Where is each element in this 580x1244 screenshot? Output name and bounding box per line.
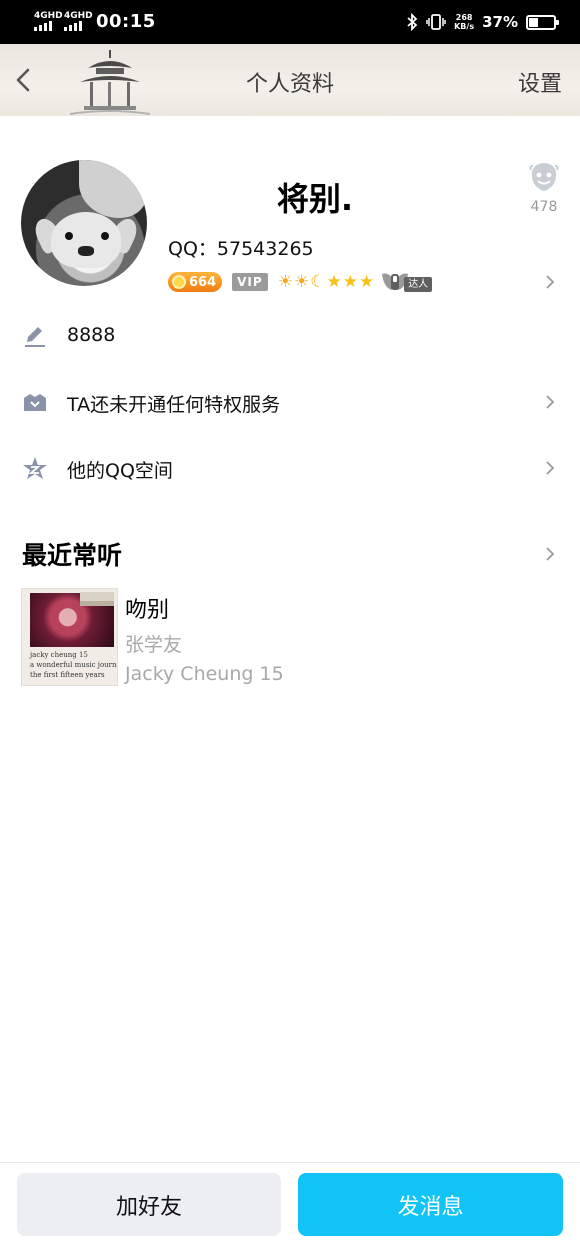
chevron-right-icon[interactable] [542,274,558,290]
star-icon [23,457,47,479]
like-icon [529,163,559,191]
avatar-hand [79,160,147,218]
page-title: 个人资料 [245,72,334,97]
crown-icon [24,394,46,411]
signature-text: 8888 [67,324,116,346]
sun-icon: ☀ [293,272,310,292]
bluetooth-icon [407,13,418,31]
bottom-action-bar: 加好友 发消息 [0,1162,580,1244]
album-cover-line: jacky cheung 15 [30,651,88,659]
badge-row[interactable]: 664 VIP ☀ ☀ ☾ ★ ★ ★ 达人 [168,270,433,294]
song-artist: 张学友 [125,634,183,656]
network-speed: 268 KB/s [454,13,474,31]
qq-level-number: 664 [189,274,217,290]
send-message-button[interactable]: 发消息 [298,1173,563,1236]
network-type-label: 4GHD [64,11,93,21]
qq-level-badge: 664 [168,272,223,292]
song-album: Jacky Cheung 15 [125,663,284,685]
chevron-right-icon [546,461,555,475]
vip-badge: VIP [232,273,268,291]
sun-icon [172,275,186,289]
clock: 00:15 [96,11,156,32]
star-icon: ★ [342,272,358,292]
vibrate-icon [426,14,446,30]
talent-label: 达人 [404,277,433,292]
avatar-eye [101,232,109,240]
album-cover-line: a wonderful music journey [30,661,118,669]
qq-number: QQ：57543265 [168,238,314,260]
moon-icon: ☾ [310,272,326,292]
like-count: 478 [530,199,558,215]
star-icon: ★ [358,272,375,292]
chevron-right-icon [546,395,555,409]
album-cover[interactable]: jacky cheung 15 a wonderful music journe… [21,588,118,686]
avatar-face [51,212,121,268]
album-cover-line: the first fifteen years [30,671,105,679]
privilege-text: TA还未开通任何特权服务 [67,394,281,416]
network-indicator-1: 4GHD [34,12,63,34]
signal-icon [34,21,52,31]
signature-row[interactable]: 8888 [0,311,580,361]
signal-icon [64,21,82,31]
status-bar: 4GHD 4GHD 00:15 268 KB/s 37% [0,0,580,44]
settings-button[interactable]: 设置 [518,66,562,98]
battery-fill [529,17,538,27]
qzone-text: 他的QQ空间 [67,460,173,482]
nav-bar: 个人资料 设置 [0,44,580,116]
star-icon: ★ [326,272,342,292]
add-friend-button[interactable]: 加好友 [17,1173,281,1236]
level-icons: ☀ ☀ ☾ ★ ★ ★ [278,273,375,291]
network-indicator-2: 4GHD [64,12,93,34]
chevron-right-icon[interactable] [542,546,558,562]
network-type-label: 4GHD [34,11,63,21]
battery-icon [526,14,559,30]
sun-icon: ☀ [277,272,293,292]
album-strip [80,601,114,606]
avatar-eye [65,232,73,240]
network-speed-unit: KB/s [454,22,475,31]
battery-percent: 37% [482,13,518,31]
status-right-group: 268 KB/s 37% [406,10,559,34]
talent-badge: 达人 [380,270,433,294]
network-speed-value: 268 [455,13,473,22]
privilege-row[interactable]: TA还未开通任何特权服务 [0,377,580,427]
like-button[interactable]: 478 [526,160,562,215]
avatar-nose [78,246,94,256]
song-title[interactable]: 吻别 [125,592,169,624]
pencil-icon [25,327,45,347]
qzone-row[interactable]: 他的QQ空间 [0,443,580,493]
profile-name: 将别. [276,180,354,218]
recent-music-title: 最近常听 [22,541,123,570]
avatar[interactable] [21,160,147,286]
